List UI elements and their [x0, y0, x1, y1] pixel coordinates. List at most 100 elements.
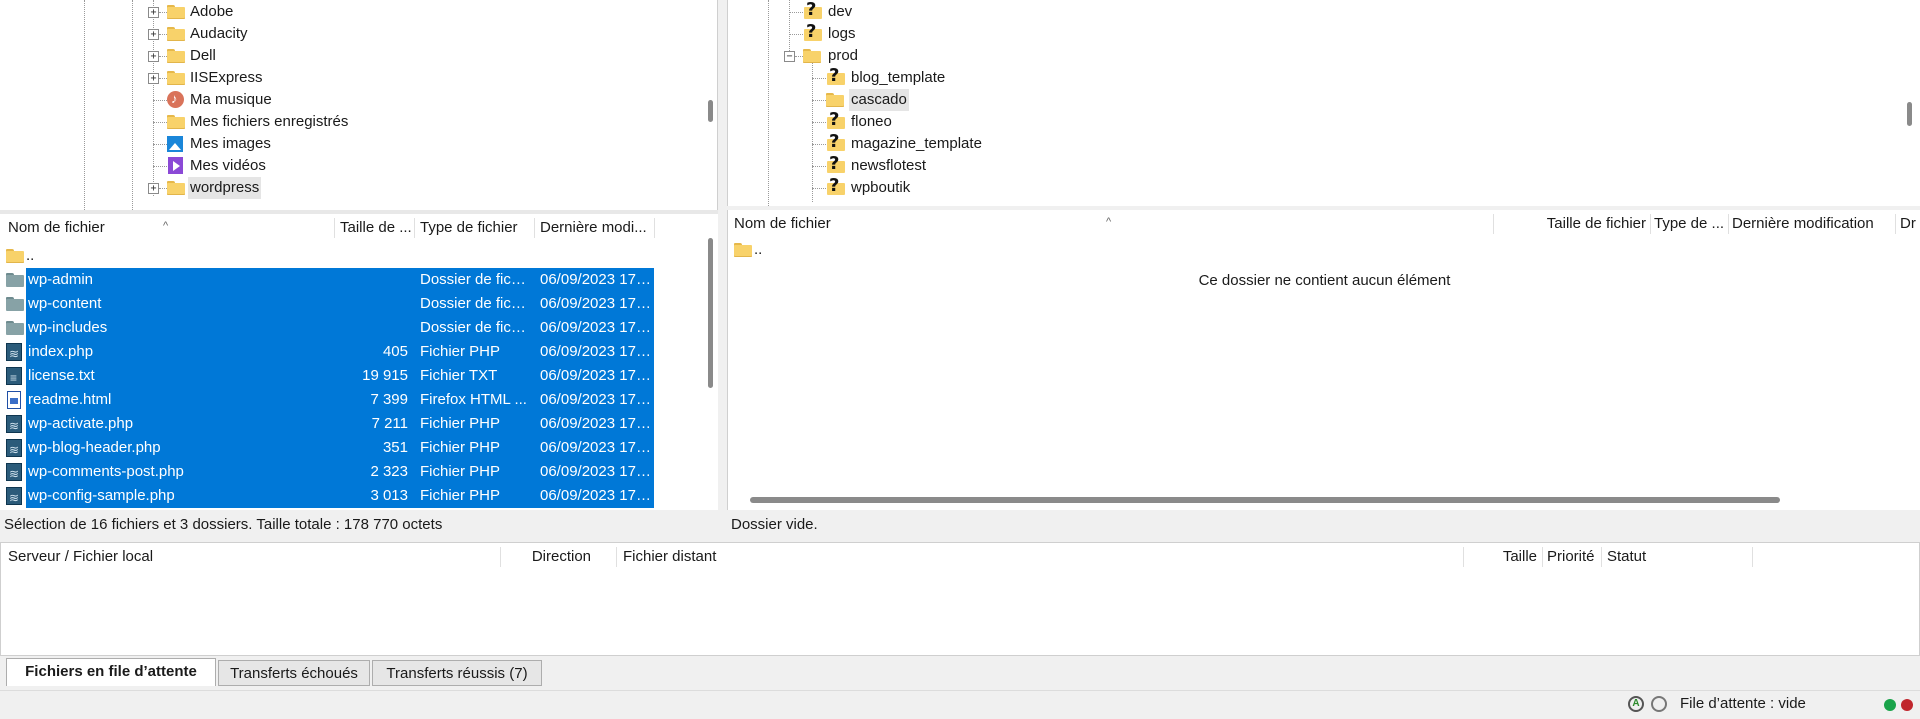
column-header-priority[interactable]: Priorité: [1547, 543, 1595, 571]
tab-successful-transfers[interactable]: Transferts réussis (7): [372, 660, 542, 686]
tree-item-wordpress[interactable]: + wordpress: [148, 177, 262, 199]
remote-tree-item-wpboutik[interactable]: ? wpboutik: [807, 175, 912, 199]
column-header-size[interactable]: Taille de ...: [340, 214, 412, 242]
column-header-direction[interactable]: Direction: [505, 543, 591, 571]
column-header-remote-file[interactable]: Fichier distant: [623, 543, 716, 571]
local-tree-scrollbar[interactable]: [708, 100, 713, 122]
remote-tree-item-magazine-template[interactable]: ? magazine_template: [807, 131, 984, 155]
file-type: Fichier PHP: [420, 439, 501, 456]
table-row[interactable]: wp-activate.php 7 211 Fichier PHP 06/09/…: [0, 412, 700, 438]
table-row[interactable]: wp-content Dossier de fich... 06/09/2023…: [0, 292, 700, 316]
file-size: 19 915: [362, 367, 408, 384]
table-row[interactable]: readme.html 7 399 Firefox HTML ... 06/09…: [0, 388, 700, 412]
tree-item-label: cascado: [849, 89, 909, 111]
tree-item-audacity[interactable]: + Audacity: [148, 23, 250, 45]
tree-item-mes-fichiers-enregistres[interactable]: Mes fichiers enregistrés: [148, 111, 350, 133]
unknown-folder-icon: ?: [826, 131, 846, 152]
expand-icon[interactable]: +: [148, 73, 159, 84]
tree-item-ma-musique[interactable]: Ma musique: [148, 88, 274, 111]
table-row[interactable]: wp-blog-header.php 351 Fichier PHP 06/09…: [0, 436, 700, 462]
tree-item-mes-images[interactable]: Mes images: [148, 133, 273, 155]
table-row[interactable]: wp-includes Dossier de fich... 06/09/202…: [0, 316, 700, 340]
remote-tree-item-cascado[interactable]: cascado: [807, 89, 909, 111]
expand-icon[interactable]: +: [148, 7, 159, 18]
remote-tree-item-prod[interactable]: − prod: [784, 45, 860, 67]
tree-item-iisexpress[interactable]: + IISExpress: [148, 67, 265, 89]
file-name: readme.html: [28, 391, 112, 408]
html-file-icon: [7, 391, 21, 409]
file-type: Fichier PHP: [420, 343, 501, 360]
list-item-parent[interactable]: ..: [0, 244, 700, 268]
column-header-size[interactable]: Taille de fichier: [1498, 210, 1646, 238]
table-row[interactable]: license.txt 19 915 Fichier TXT 06/09/202…: [0, 364, 700, 390]
file-modified: 06/09/2023 17:...: [540, 295, 652, 312]
expand-icon[interactable]: +: [148, 51, 159, 62]
remote-list-horizontal-scrollbar[interactable]: [750, 497, 1780, 503]
tree-item-adobe[interactable]: + Adobe: [148, 1, 235, 23]
empty-folder-message: Ce dossier ne contient aucun élément: [1198, 272, 1451, 289]
unknown-folder-icon: ?: [803, 0, 823, 20]
column-header-permissions[interactable]: Dr: [1900, 210, 1916, 238]
tree-item-label: magazine_template: [851, 135, 982, 152]
table-row[interactable]: wp-admin Dossier de fich... 06/09/2023 1…: [0, 268, 700, 292]
expand-icon[interactable]: +: [148, 29, 159, 40]
remote-tree-item-dev[interactable]: ? dev: [784, 0, 854, 23]
remote-tree-item-newsflotest[interactable]: ? newsflotest: [807, 153, 928, 177]
file-size: 7 399: [370, 391, 408, 408]
speed-limit-icon[interactable]: [1651, 696, 1667, 712]
folder-icon: [734, 243, 752, 257]
tree-item-dell[interactable]: + Dell: [148, 45, 218, 67]
remote-tree-scrollbar[interactable]: [1907, 102, 1912, 126]
file-modified: 06/09/2023 17:...: [540, 367, 652, 384]
folder-icon: [6, 249, 24, 263]
folder-icon: [167, 71, 185, 85]
expand-icon[interactable]: +: [148, 183, 159, 194]
tree-item-mes-videos[interactable]: Mes vidéos: [148, 155, 268, 177]
column-header-type[interactable]: Type de fichier: [420, 214, 518, 242]
tree-item-label: Mes fichiers enregistrés: [190, 113, 349, 130]
local-file-list[interactable]: Nom de fichier ^ Taille de ... Type de f…: [0, 214, 718, 510]
tree-item-label: Audacity: [190, 25, 248, 42]
column-header-modified[interactable]: Dernière modi...: [540, 214, 647, 242]
remote-tree-item-logs[interactable]: ? logs: [784, 21, 858, 45]
column-header-server[interactable]: Serveur / Fichier local: [8, 543, 153, 571]
php-file-icon: [6, 414, 22, 438]
video-icon: [168, 157, 183, 174]
status-bar: A File d’attente : vide: [0, 690, 1920, 719]
list-item-parent[interactable]: ..: [728, 238, 1328, 262]
php-file-icon: [6, 486, 22, 510]
file-modified: 06/09/2023 17:...: [540, 439, 652, 456]
file-size: 405: [382, 343, 408, 360]
tree-item-label: Adobe: [190, 3, 234, 20]
tab-failed-transfers[interactable]: Transferts échoués: [218, 660, 370, 686]
local-tree-panel[interactable]: + Adobe + Audacity + Dell + IISExpress M…: [0, 0, 718, 210]
tab-queued-files[interactable]: Fichiers en file d’attente: [6, 658, 216, 686]
local-list-scrollbar[interactable]: [708, 238, 713, 388]
collapse-icon[interactable]: −: [784, 51, 795, 62]
column-header-modified[interactable]: Dernière modification: [1732, 210, 1874, 238]
column-header-name[interactable]: Nom de fichier: [8, 214, 105, 242]
file-name: wp-comments-post.php: [28, 463, 184, 480]
column-header-size[interactable]: Taille: [1467, 543, 1537, 571]
transfer-queue[interactable]: Serveur / Fichier local Direction Fichie…: [0, 542, 1920, 656]
vertical-splitter[interactable]: [718, 0, 727, 542]
table-row[interactable]: index.php 405 Fichier PHP 06/09/2023 17:…: [0, 340, 700, 366]
remote-tree-item-floneo[interactable]: ? floneo: [807, 109, 894, 133]
tree-item-label: Mes vidéos: [190, 157, 266, 174]
remote-tree-item-blog-template[interactable]: ? blog_template: [807, 65, 947, 89]
folder-icon: [826, 93, 844, 107]
table-row[interactable]: wp-config-sample.php 3 013 Fichier PHP 0…: [0, 484, 700, 510]
tree-item-label: dev: [828, 3, 853, 20]
remote-list-header: Nom de fichier ^ Taille de fichier Type …: [728, 210, 1920, 238]
images-icon: [167, 136, 183, 152]
file-name: wp-includes: [28, 319, 108, 336]
remote-tree-panel[interactable]: ? dev ? logs − prod ? blog_template casc…: [727, 0, 1920, 206]
remote-file-list[interactable]: Nom de fichier ^ Taille de fichier Type …: [727, 210, 1920, 510]
column-header-status[interactable]: Statut: [1607, 543, 1646, 571]
column-header-name[interactable]: Nom de fichier: [734, 210, 831, 238]
unknown-folder-icon: ?: [826, 153, 846, 174]
table-row[interactable]: wp-comments-post.php 2 323 Fichier PHP 0…: [0, 460, 700, 486]
sort-ascending-icon: ^: [1106, 216, 1112, 228]
file-modified: 06/09/2023 17:...: [540, 487, 652, 504]
column-header-type[interactable]: Type de ...: [1654, 210, 1724, 238]
